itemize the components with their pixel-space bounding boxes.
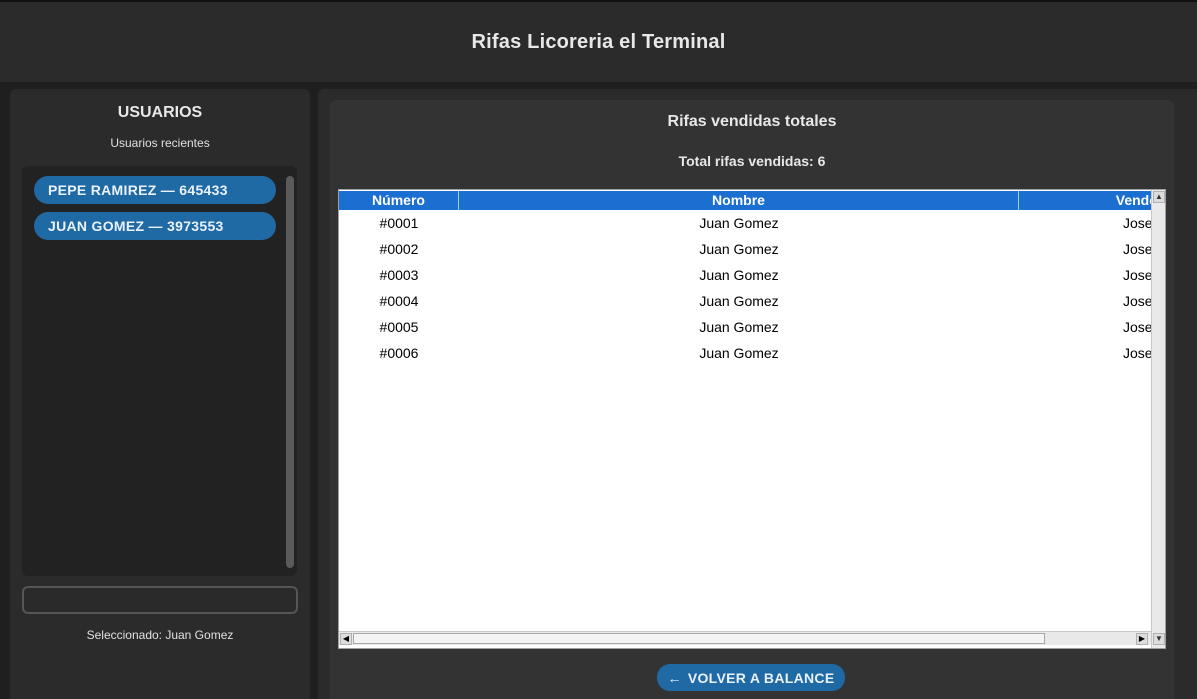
title-bar: Rifas Licoreria el Terminal — [0, 0, 1197, 82]
cell-numero: #0004 — [379, 293, 419, 309]
table-row[interactable]: #0004 Juan Gomez Jose — [339, 288, 1153, 314]
table-row[interactable]: #0006 Juan Gomez Jose — [339, 340, 1153, 366]
arrow-left-icon: ← — [667, 669, 682, 686]
users-sidebar: USUARIOS Usuarios recientes PEPE RAMIREZ… — [10, 89, 310, 699]
horizontal-scroll-thumb[interactable] — [353, 633, 1045, 644]
table-header: Número Nombre Vende — [339, 191, 1157, 210]
table-row[interactable]: #0002 Juan Gomez Jose — [339, 236, 1153, 262]
cell-numero: #0006 — [379, 345, 419, 361]
table-horizontal-scrollbar[interactable]: ◀ ▶ — [339, 631, 1151, 645]
main-area: Rifas vendidas totales Total rifas vendi… — [318, 89, 1197, 699]
cell-nombre: Juan Gomez — [699, 215, 779, 231]
selected-user-label: Seleccionado: Juan Gomez — [86, 628, 234, 642]
cell-nombre: Juan Gomez — [699, 267, 779, 283]
cell-numero: #0003 — [379, 267, 419, 283]
column-header-nombre[interactable]: Nombre — [459, 191, 1019, 210]
scroll-right-arrow-icon[interactable]: ▶ — [1136, 633, 1148, 645]
user-list-scrollbar[interactable] — [286, 176, 294, 568]
user-item-juan-gomez[interactable]: JUAN GOMEZ — 3973553 — [34, 212, 276, 240]
cell-nombre: Juan Gomez — [699, 319, 779, 335]
column-header-numero[interactable]: Número — [339, 191, 459, 210]
user-search-input[interactable] — [22, 586, 298, 614]
cell-numero: #0005 — [379, 319, 419, 335]
app-title: Rifas Licoreria el Terminal — [471, 30, 726, 53]
cell-numero: #0001 — [379, 215, 419, 231]
back-to-balance-button[interactable]: ← VOLVER A BALANCE — [657, 664, 845, 691]
sidebar-title: USUARIOS — [117, 104, 203, 121]
table-row[interactable]: #0005 Juan Gomez Jose — [339, 314, 1153, 340]
recent-users-list[interactable]: PEPE RAMIREZ — 645433 JUAN GOMEZ — 39735… — [22, 166, 297, 576]
raffles-table: Número Nombre Vende #0001 Juan Gomez Jos… — [338, 189, 1166, 649]
table-row[interactable]: #0003 Juan Gomez Jose — [339, 262, 1153, 288]
scroll-up-arrow-icon[interactable]: ▲ — [1153, 191, 1165, 203]
panel-title: Rifas vendidas totales — [667, 113, 837, 130]
sidebar-subtitle: Usuarios recientes — [110, 136, 210, 150]
scroll-left-arrow-icon[interactable]: ◀ — [340, 633, 352, 645]
table-vertical-scrollbar[interactable]: ▲ ▼ — [1151, 190, 1165, 648]
total-sold-label: Total rifas vendidas: 6 — [678, 153, 826, 169]
user-item-pepe-ramirez[interactable]: PEPE RAMIREZ — 645433 — [34, 176, 276, 204]
back-button-label: VOLVER A BALANCE — [687, 669, 835, 686]
scroll-down-arrow-icon[interactable]: ▼ — [1153, 633, 1165, 645]
cell-nombre: Juan Gomez — [699, 293, 779, 309]
cell-nombre: Juan Gomez — [699, 241, 779, 257]
cell-numero: #0002 — [379, 241, 419, 257]
sales-panel: Rifas vendidas totales Total rifas vendi… — [330, 100, 1174, 699]
table-row[interactable]: #0001 Juan Gomez Jose — [339, 210, 1153, 236]
cell-nombre: Juan Gomez — [699, 345, 779, 361]
user-list-scroll-thumb[interactable] — [286, 176, 294, 568]
column-header-vendedor[interactable]: Vende — [1019, 191, 1159, 210]
